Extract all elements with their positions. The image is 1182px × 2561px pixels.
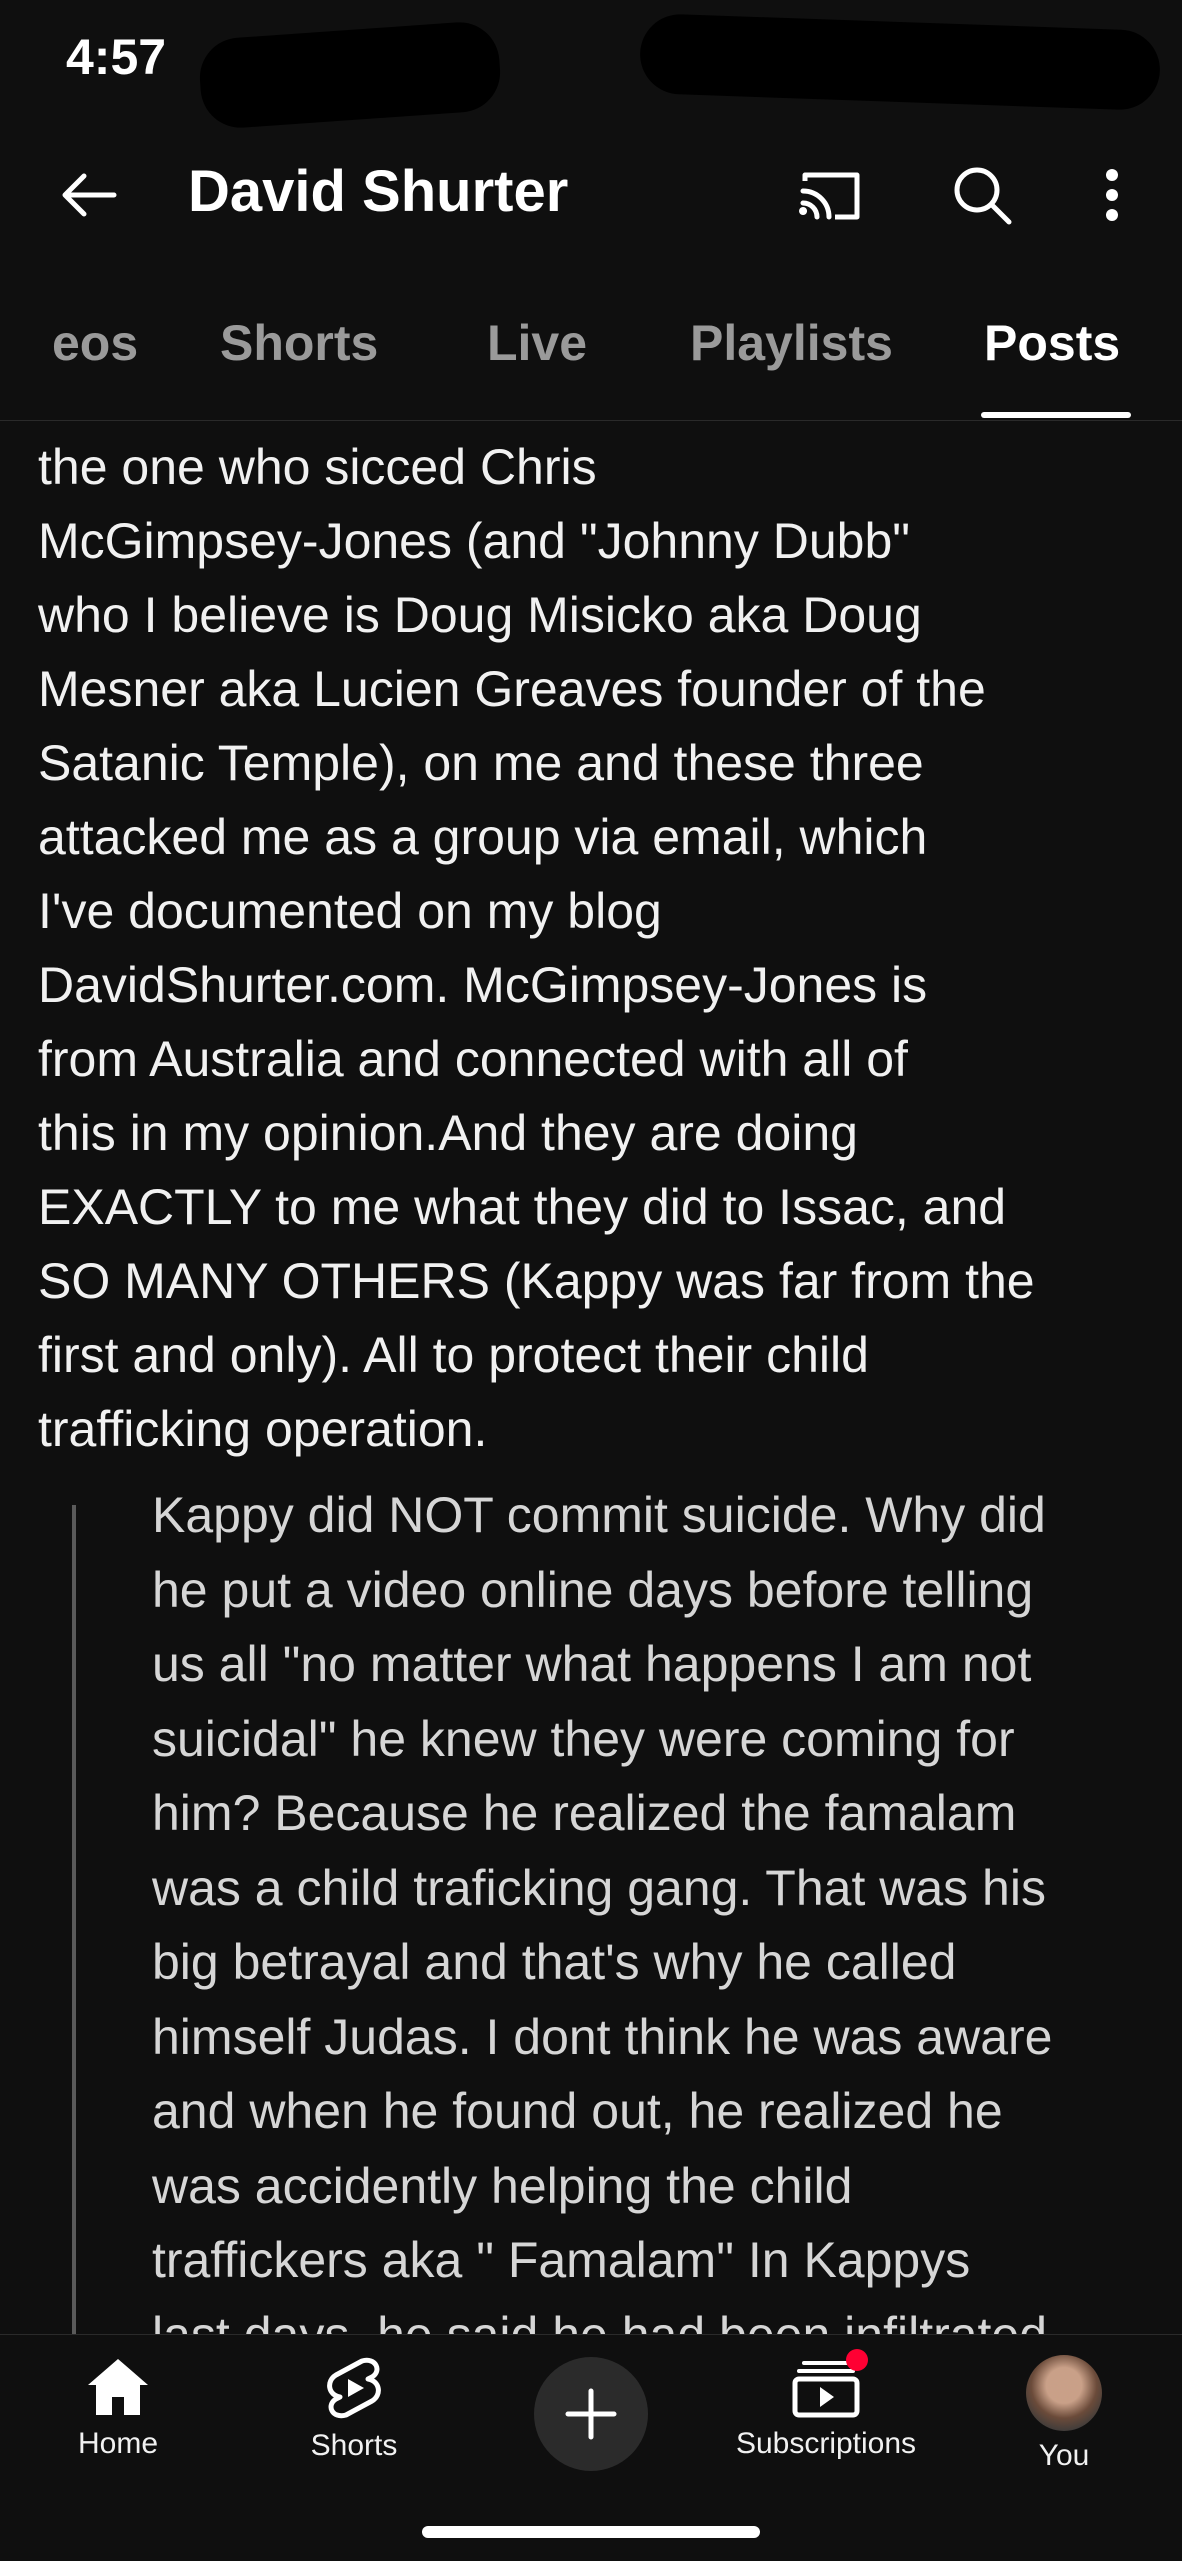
app-bar: David Shurter — [0, 130, 1182, 260]
tab-playlists[interactable]: Playlists — [690, 314, 893, 372]
post-line: SO MANY OTHERS (Kappy was far from the — [38, 1253, 1035, 1309]
status-bar: 4:57 — [0, 0, 1182, 131]
post-line: DavidShurter.com. McGimpsey-Jones is — [38, 957, 928, 1013]
quoted-text: Kappy did NOT commit suicide. Why did he… — [152, 1478, 1152, 2372]
create-button[interactable] — [534, 2357, 648, 2471]
back-arrow-icon — [62, 173, 117, 217]
quote-line: himself Judas. I dont think he was aware — [152, 2008, 1053, 2065]
status-time: 4:57 — [66, 29, 167, 85]
nav-home-label: Home — [77, 2427, 159, 2460]
post-line: this in my opinion.And they are doing — [38, 1105, 858, 1161]
quote-line: he put a video online days before tellin… — [152, 1561, 1034, 1618]
more-options-button[interactable] — [1072, 160, 1152, 230]
post-line: I've documented on my blog — [38, 883, 662, 939]
quote-line: us all "no matter what happens I am not — [152, 1636, 1032, 1692]
post-line: Satanic Temple), on me and these three — [38, 735, 924, 791]
nav-you-label: You — [1038, 2439, 1090, 2472]
nav-home[interactable]: Home — [8, 2355, 228, 2495]
quote-line: traffickers aka " Famalam" In Kappys — [152, 2232, 971, 2288]
home-indicator — [422, 2526, 760, 2538]
create-plus-icon — [565, 2388, 617, 2440]
more-vert-icon — [1106, 169, 1118, 221]
post-line: trafficking operation. — [38, 1401, 488, 1457]
quote-rule — [72, 1505, 76, 2335]
post-line: from Australia and connected with all of — [38, 1031, 908, 1087]
home-icon — [88, 2359, 148, 2415]
nav-shorts[interactable]: Shorts — [244, 2355, 464, 2495]
post-line: Mesner aka Lucien Greaves founder of the — [38, 661, 986, 717]
nav-shorts-label: Shorts — [310, 2429, 398, 2462]
shorts-icon — [327, 2357, 381, 2419]
post-line: EXACTLY to me what they did to Issac, an… — [38, 1179, 1007, 1235]
cast-button[interactable] — [790, 160, 870, 230]
post-line: McGimpsey-Jones (and "Johnny Dubb" — [38, 513, 910, 569]
tab-videos[interactable]: eos — [52, 314, 138, 372]
post-line: attacked me as a group via email, which — [38, 809, 928, 865]
nav-subscriptions-label: Subscriptions — [735, 2427, 917, 2460]
tab-shorts[interactable]: Shorts — [220, 314, 378, 372]
notification-badge-dot — [846, 2349, 868, 2371]
channel-tabs: eos Shorts Live Playlists Posts — [0, 300, 1182, 421]
active-tab-indicator — [981, 412, 1131, 418]
subscriptions-icon-wrap — [790, 2349, 868, 2419]
redaction-mark — [638, 12, 1162, 112]
quote-line: Kappy did NOT commit suicide. Why did — [152, 1487, 1046, 1543]
quote-line: and when he found out, he realized he — [152, 2083, 1003, 2139]
search-button[interactable] — [942, 160, 1022, 230]
quote-line: was accidently helping the child — [152, 2157, 853, 2214]
post-text: the one who sicced Chris McGimpsey-Jones… — [38, 430, 1158, 1466]
quote-line: him? Because he realized the famalam — [152, 1785, 1017, 1841]
channel-title: David Shurter — [188, 159, 569, 224]
quote-line: suicidal" he knew they were coming for — [152, 1710, 1015, 1767]
quote-line: was a child traficking gang. That was hi… — [152, 1859, 1046, 1916]
post-line: first and only). All to protect their ch… — [38, 1327, 869, 1383]
back-button[interactable] — [48, 160, 128, 230]
search-icon — [954, 167, 1012, 225]
cast-icon — [799, 172, 860, 220]
quote-line: big betrayal and that's why he called — [152, 1934, 957, 1990]
tab-live[interactable]: Live — [487, 314, 587, 372]
post-line: who I believe is Doug Misicko aka Doug — [38, 587, 922, 643]
nav-subscriptions[interactable]: Subscriptions — [716, 2349, 936, 2495]
tab-posts[interactable]: Posts — [984, 314, 1120, 372]
post-line: the one who sicced Chris — [38, 439, 597, 495]
redaction-mark — [197, 19, 503, 131]
nav-you[interactable]: You — [954, 2355, 1174, 2495]
avatar — [1026, 2355, 1102, 2431]
